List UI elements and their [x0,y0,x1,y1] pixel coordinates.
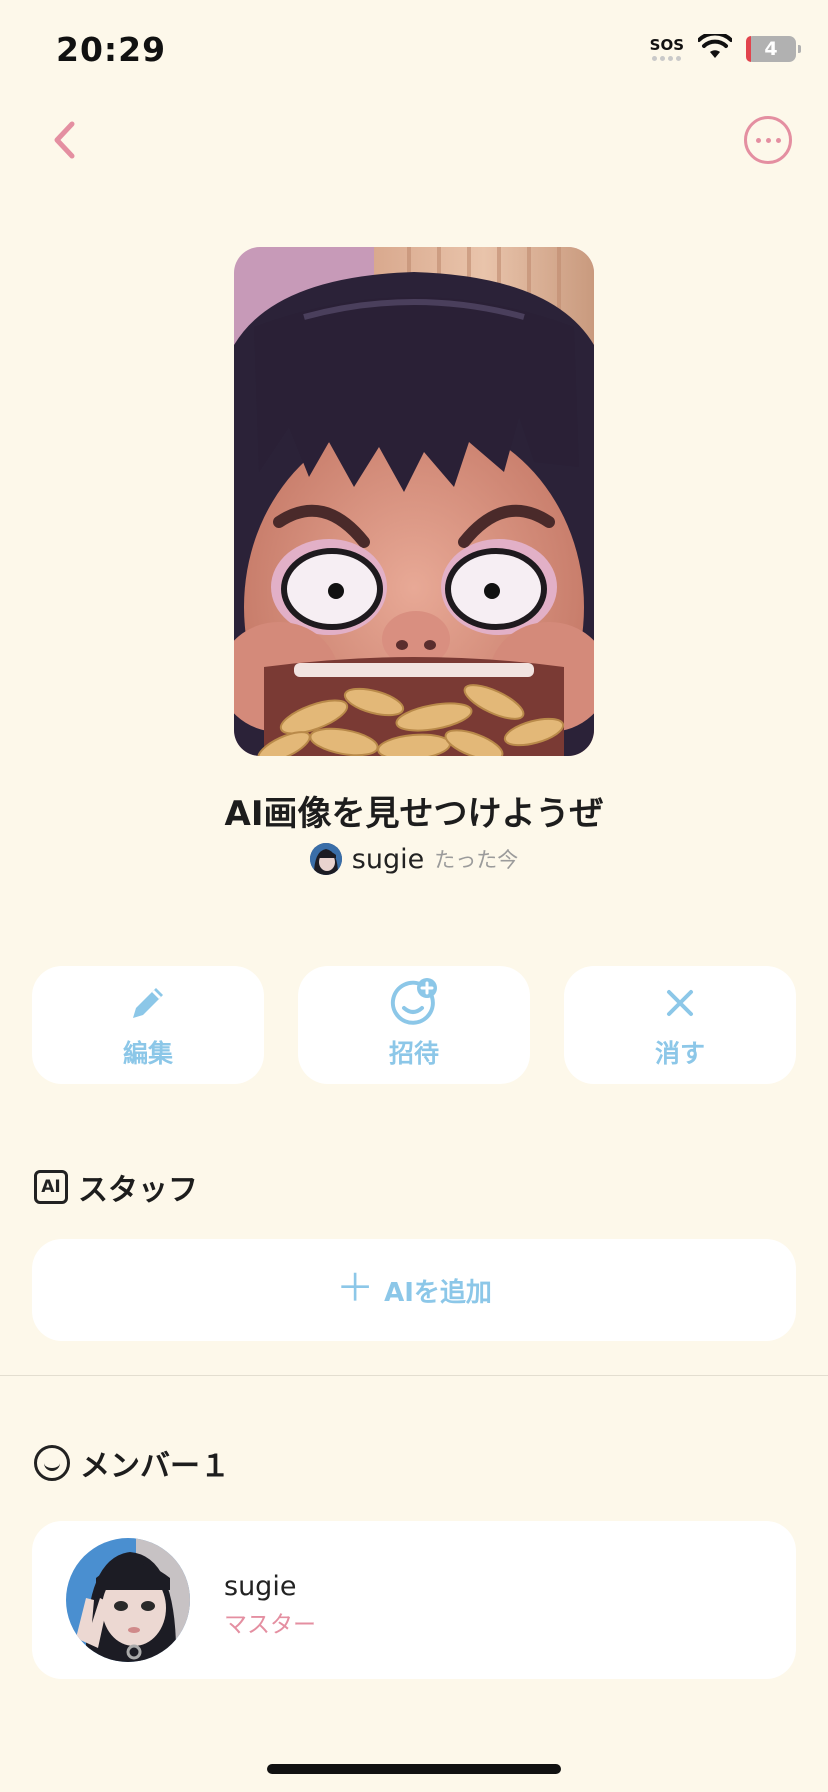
invite-button[interactable]: 招待 [298,966,530,1084]
edit-button[interactable]: 編集 [32,966,264,1084]
back-button[interactable] [44,114,84,166]
add-ai-button[interactable]: ＋ AIを追加 [32,1239,796,1341]
battery-icon: 4 [746,36,801,62]
wifi-icon [697,31,733,64]
staff-section-header: AI スタッフ [34,1165,198,1209]
home-indicator[interactable] [267,1764,561,1774]
member-role: マスター [224,1612,316,1638]
status-time: 20:29 [56,30,167,69]
staff-section-title: スタッフ [78,1173,198,1208]
posted-time: たった今 [434,848,519,872]
add-face-icon [389,978,439,1026]
battery-level: 4 [764,38,778,60]
smile-icon [34,1445,70,1481]
add-ai-label: AIを追加 [384,1277,492,1308]
owner-name: sugie [351,843,425,875]
group-cover-image[interactable] [234,247,594,756]
delete-label: 消す [654,1039,705,1068]
more-options-button[interactable] [744,116,792,164]
section-divider [0,1375,828,1376]
sos-label: SOS [649,36,684,54]
sos-indicator: SOS [650,37,684,61]
group-title: AI画像を見せつけようぜ [224,794,604,834]
pencil-icon [127,980,169,1026]
status-indicators: SOS 4 [650,31,801,64]
close-icon [664,980,696,1026]
owner-row[interactable]: sugie たった今 [0,843,828,875]
edit-label: 編集 [122,1039,173,1068]
member-avatar [66,1538,190,1662]
delete-button[interactable]: 消す [564,966,796,1084]
member-row[interactable]: sugie マスター [32,1521,796,1679]
plus-icon: ＋ [336,1266,375,1310]
member-name: sugie [224,1571,297,1602]
owner-avatar [309,843,342,875]
ai-badge-icon: AI [34,1170,68,1204]
group-detail-screen: 20:29 SOS 4 AI画像を見せつけようぜ sugie たった今 編集 招… [0,0,828,1792]
action-buttons: 編集 招待 消す [32,966,796,1084]
invite-label: 招待 [388,1039,439,1068]
ellipsis-circle-icon [755,137,761,143]
chevron-left-icon [54,121,75,159]
members-section-title: メンバー１ [80,1449,230,1484]
signal-dots [652,56,682,61]
members-section-header: メンバー１ [34,1441,230,1485]
